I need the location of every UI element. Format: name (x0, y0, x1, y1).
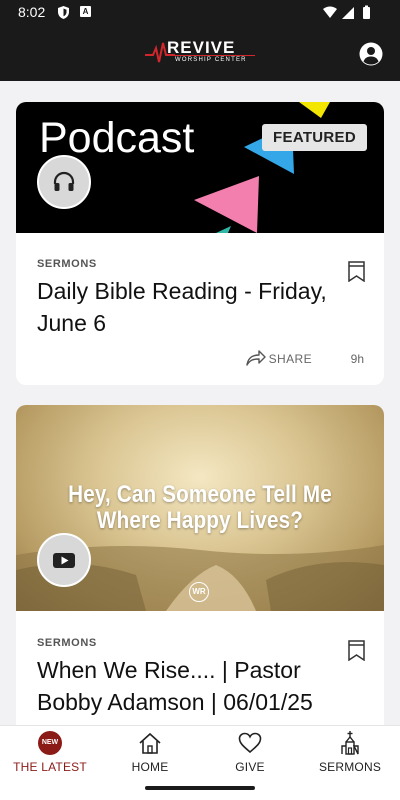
share-row: SHARE 9h (244, 350, 364, 368)
nav-label: THE LATEST (13, 760, 87, 774)
profile-icon[interactable] (359, 42, 383, 66)
feed-card[interactable]: Hey, Can Someone Tell Me Where Happy Liv… (16, 405, 384, 725)
status-time: 8:02 (18, 4, 46, 20)
wifi-icon (323, 6, 337, 18)
card-category: SERMONS (37, 637, 97, 649)
system-gesture-area (0, 775, 400, 800)
nav-item-sermons[interactable]: SERMONS (300, 726, 400, 776)
feed-card[interactable]: Podcast FEATURED SERMONS Daily Bible Rea… (16, 102, 384, 385)
featured-badge: FEATURED (262, 124, 367, 151)
heart-icon (238, 732, 262, 754)
nav-label: GIVE (235, 760, 265, 774)
post-age: 9h (350, 352, 364, 366)
home-icon (139, 732, 161, 754)
content-feed[interactable]: Podcast FEATURED SERMONS Daily Bible Rea… (0, 81, 400, 725)
app-header: REVIVE WORSHIP CENTER (0, 26, 400, 81)
signal-icon (342, 7, 354, 19)
battery-icon (363, 7, 370, 19)
video-play-button[interactable] (37, 533, 91, 587)
card-body: SERMONS Daily Bible Reading - Friday, Ju… (16, 233, 384, 385)
image-title: Hey, Can Someone Tell Me Where Happy Liv… (68, 481, 332, 534)
logo-subtext: WORSHIP CENTER (175, 57, 247, 63)
nav-label: SERMONS (318, 760, 382, 774)
shield-icon (58, 6, 69, 19)
wr-logo: WR (189, 582, 209, 602)
revive-logo[interactable]: REVIVE WORSHIP CENTER (145, 38, 257, 68)
card-image[interactable]: Podcast FEATURED (16, 102, 384, 233)
logo-divider (175, 55, 255, 56)
home-gesture-bar[interactable] (145, 786, 255, 790)
status-bar: 8:02 A (0, 0, 400, 26)
nav-item-home[interactable]: HOME (100, 726, 200, 776)
headphones-icon (53, 171, 75, 191)
new-badge-icon: NEW (38, 731, 62, 755)
card-category: SERMONS (37, 258, 97, 270)
notification-a-icon: A (80, 6, 91, 17)
status-indicators (323, 5, 370, 19)
card-title[interactable]: Daily Bible Reading - Friday, June 6 (37, 275, 362, 339)
card-image[interactable]: Hey, Can Someone Tell Me Where Happy Liv… (16, 405, 384, 611)
nav-item-give[interactable]: GIVE (200, 726, 300, 776)
bottom-navigation: NEW THE LATEST HOME GIVE SERMONS (0, 725, 400, 775)
nav-label: HOME (131, 760, 169, 774)
church-icon (341, 731, 359, 755)
card-body: SERMONS When We Rise.... | Pastor Bobby … (16, 611, 384, 725)
card-title[interactable]: When We Rise.... | Pastor Bobby Adamson … (37, 654, 362, 718)
share-label[interactable]: SHARE (269, 352, 312, 366)
podcast-play-button[interactable] (37, 155, 91, 209)
play-icon (53, 553, 75, 568)
nav-item-the-latest[interactable]: NEW THE LATEST (0, 726, 100, 776)
share-icon[interactable] (246, 350, 266, 366)
